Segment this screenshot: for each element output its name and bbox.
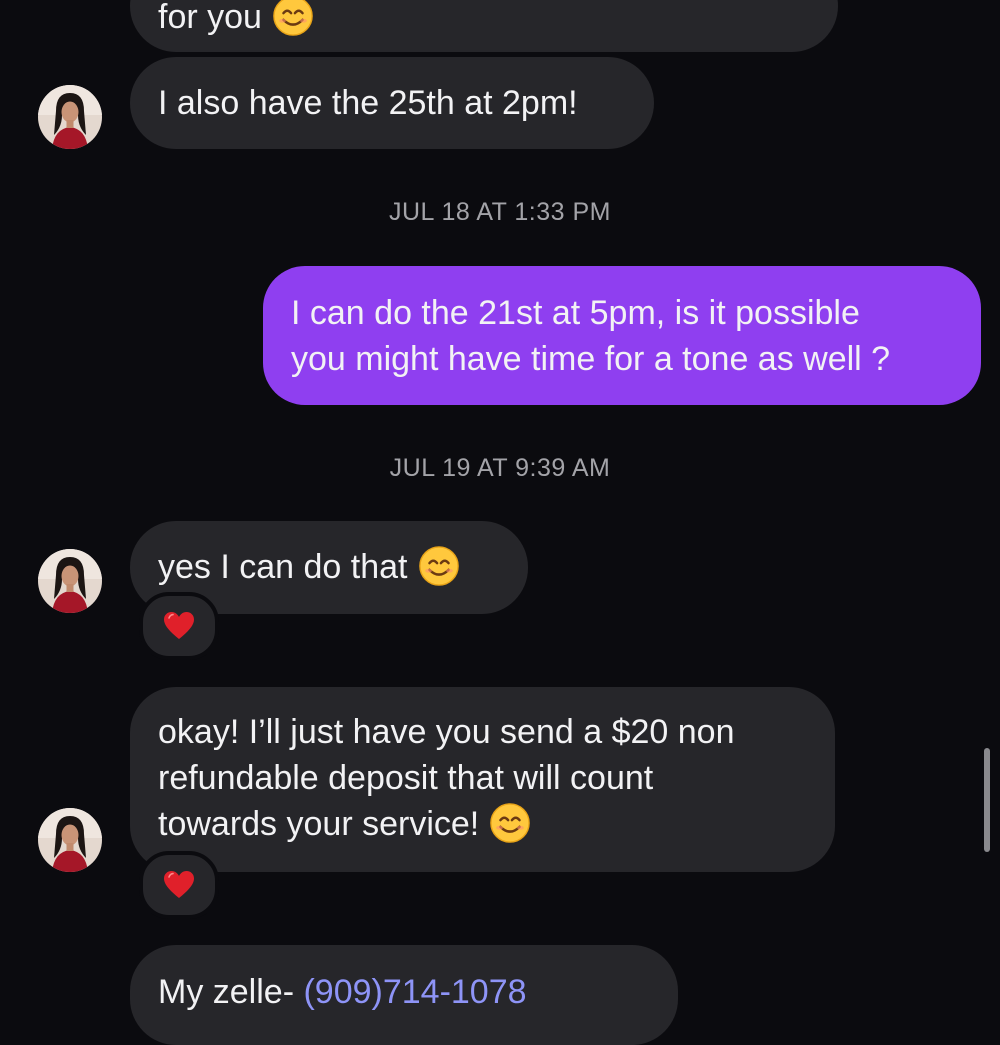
phone-number-link[interactable]: (909)714-1078 bbox=[303, 973, 526, 1011]
message-text-line: you might have time for a tone as well ? bbox=[291, 340, 891, 378]
heart-reaction[interactable] bbox=[139, 592, 219, 660]
timestamp: JUL 19 AT 9:39 AM bbox=[389, 454, 611, 482]
scrollbar[interactable] bbox=[984, 748, 990, 852]
smiling-face-icon bbox=[418, 545, 460, 587]
message-bubble-incoming[interactable]: My zelle- (909)714-1078 bbox=[130, 945, 678, 1045]
message-bubble-incoming[interactable]: okay! I’ll just have you send a $20 non … bbox=[130, 687, 835, 872]
message-bubble-incoming[interactable]: for you bbox=[130, 0, 838, 52]
smiling-face-icon bbox=[489, 802, 531, 844]
red-heart-icon bbox=[163, 870, 195, 900]
timestamp: JUL 18 AT 1:33 PM bbox=[388, 198, 612, 226]
message-text: yes I can do that bbox=[158, 544, 500, 590]
message-text: My zelle- (909)714-1078 bbox=[158, 973, 527, 1011]
smiling-face-icon bbox=[272, 0, 314, 37]
red-heart-icon bbox=[163, 611, 195, 641]
contact-avatar[interactable] bbox=[38, 85, 102, 149]
message-text-line: towards your service! bbox=[158, 801, 807, 847]
contact-avatar[interactable] bbox=[38, 808, 102, 872]
message-text: for you bbox=[158, 0, 810, 40]
heart-reaction[interactable] bbox=[139, 851, 219, 919]
message-text-line: I can do the 21st at 5pm, is it possible bbox=[291, 294, 860, 332]
message-text: I also have the 25th at 2pm! bbox=[158, 84, 578, 122]
contact-avatar[interactable] bbox=[38, 549, 102, 613]
message-text-line: okay! I’ll just have you send a $20 non bbox=[158, 713, 735, 751]
message-text-line: refundable deposit that will count bbox=[158, 759, 654, 797]
message-bubble-outgoing[interactable]: I can do the 21st at 5pm, is it possible… bbox=[263, 266, 981, 405]
message-bubble-incoming[interactable]: I also have the 25th at 2pm! bbox=[130, 57, 654, 149]
